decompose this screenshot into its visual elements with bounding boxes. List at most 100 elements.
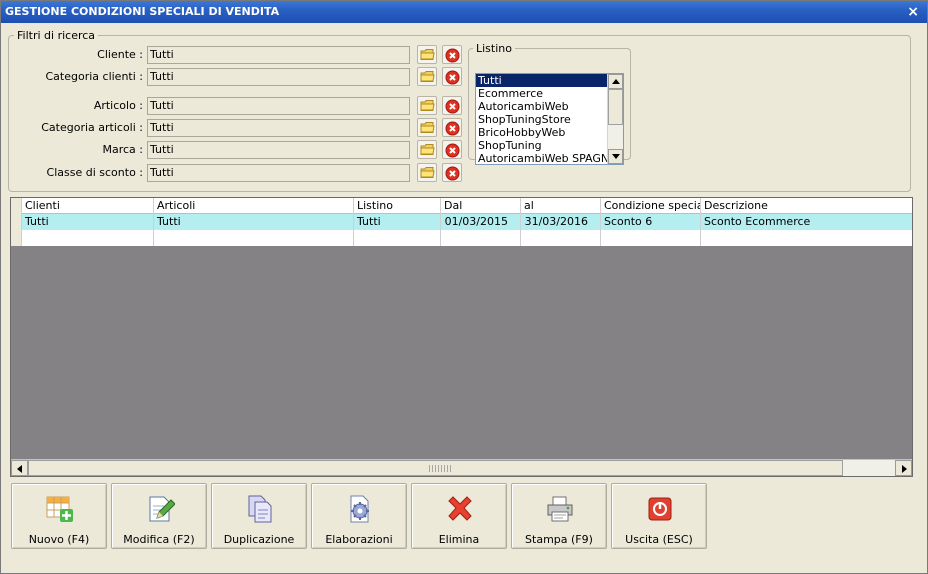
categoria-articoli-clear-button[interactable] [442, 118, 462, 137]
marca-browse-button[interactable] [417, 140, 437, 159]
duplicate-icon [248, 495, 272, 523]
cell-al[interactable] [521, 230, 601, 246]
folder-icon [420, 100, 435, 111]
listino-listbox[interactable]: Tutti Ecommerce AutoricambiWeb ShopTunin… [475, 73, 624, 165]
marca-label: Marca : [102, 143, 143, 156]
marca-field[interactable]: Tutti [147, 141, 410, 159]
cell-dal[interactable]: 01/03/2015 [441, 214, 521, 230]
scroll-left-button[interactable] [11, 460, 28, 476]
classe-sconto-browse-button[interactable] [417, 163, 437, 182]
cell-listino[interactable]: Tutti [354, 214, 441, 230]
row-indicator-header [11, 198, 22, 214]
folder-icon [420, 71, 435, 82]
grid-header: Clienti Articoli Listino Dal al Condizio… [11, 198, 912, 214]
modifica-button[interactable]: Modifica (F2) [111, 483, 207, 549]
cell-descrizione[interactable] [701, 230, 912, 246]
duplicazione-button[interactable]: Duplicazione [211, 483, 307, 549]
nuovo-button[interactable]: Nuovo (F4) [11, 483, 107, 549]
filters-legend: Filtri di ricerca [17, 29, 96, 42]
categoria-clienti-browse-button[interactable] [417, 67, 437, 86]
cliente-field[interactable]: Tutti [147, 46, 410, 64]
cell-articoli[interactable]: Tutti [154, 214, 354, 230]
cell-listino[interactable] [354, 230, 441, 246]
listino-item[interactable]: ShopTuningStore [476, 113, 623, 126]
arrow-down-icon [612, 154, 620, 159]
table-row[interactable]: Tutti Tutti Tutti 01/03/2015 31/03/2016 … [11, 214, 912, 230]
elimina-button[interactable]: Elimina [411, 483, 507, 549]
cliente-label: Cliente : [97, 48, 143, 61]
folder-icon [420, 144, 435, 155]
scroll-down-button[interactable] [608, 149, 623, 164]
articolo-label: Articolo : [93, 99, 143, 112]
delete-icon [445, 143, 460, 158]
classe-sconto-clear-button[interactable] [442, 163, 462, 182]
column-header-clienti[interactable]: Clienti [22, 198, 154, 214]
stampa-button[interactable]: Stampa (F9) [511, 483, 607, 549]
cell-descrizione[interactable]: Sconto Ecommerce [701, 214, 912, 230]
table-row[interactable] [11, 230, 912, 246]
process-gear-icon [350, 495, 369, 523]
classe-sconto-field[interactable]: Tutti [147, 164, 410, 182]
column-header-articoli[interactable]: Articoli [154, 198, 354, 214]
scroll-right-button[interactable] [895, 460, 912, 476]
conditions-grid[interactable]: Clienti Articoli Listino Dal al Condizio… [10, 197, 913, 477]
categoria-articoli-field[interactable]: Tutti [147, 119, 410, 137]
column-header-condizione[interactable]: Condizione speciale [601, 198, 701, 214]
nuovo-label: Nuovo (F4) [28, 533, 90, 546]
categoria-clienti-clear-button[interactable] [442, 67, 462, 86]
cliente-clear-button[interactable] [442, 45, 462, 64]
articolo-clear-button[interactable] [442, 96, 462, 115]
listino-group: Listino Tutti Ecommerce AutoricambiWeb S… [468, 42, 631, 165]
folder-icon [420, 167, 435, 178]
listino-item[interactable]: AutoricambiWeb SPAGNA [476, 152, 623, 164]
column-header-descrizione[interactable]: Descrizione [701, 198, 912, 214]
row-indicator [11, 214, 22, 230]
delete-icon [445, 166, 460, 181]
elimina-label: Elimina [438, 533, 480, 546]
scroll-thumb[interactable] [608, 89, 623, 125]
column-header-listino[interactable]: Listino [354, 198, 441, 214]
cell-condizione[interactable] [601, 230, 701, 246]
scroll-up-button[interactable] [608, 74, 623, 89]
listino-item[interactable]: Tutti [476, 74, 623, 87]
folder-icon [420, 122, 435, 133]
column-header-al[interactable]: al [521, 198, 601, 214]
cell-articoli[interactable] [154, 230, 354, 246]
cliente-browse-button[interactable] [417, 45, 437, 64]
stampa-label: Stampa (F9) [525, 533, 593, 546]
column-header-dal[interactable]: Dal [441, 198, 521, 214]
cell-clienti[interactable] [22, 230, 154, 246]
marca-clear-button[interactable] [442, 140, 462, 159]
cell-condizione[interactable]: Sconto 6 [601, 214, 701, 230]
scroll-thumb[interactable] [28, 460, 843, 476]
printer-icon [547, 496, 573, 522]
cell-dal[interactable] [441, 230, 521, 246]
uscita-label: Uscita (ESC) [625, 533, 693, 546]
cell-al[interactable]: 31/03/2016 [521, 214, 601, 230]
articolo-field[interactable]: Tutti [147, 97, 410, 115]
cell-clienti[interactable]: Tutti [22, 214, 154, 230]
listino-item[interactable]: Ecommerce [476, 87, 623, 100]
uscita-button[interactable]: Uscita (ESC) [611, 483, 707, 549]
categoria-articoli-label: Categoria articoli : [41, 121, 143, 134]
duplicazione-label: Duplicazione [223, 533, 295, 546]
delete-icon [445, 70, 460, 85]
power-exit-icon [648, 497, 672, 521]
listino-scrollbar[interactable] [607, 74, 623, 164]
delete-x-icon [448, 496, 472, 521]
arrow-up-icon [612, 79, 620, 84]
listino-item[interactable]: AutoricambiWeb [476, 100, 623, 113]
delete-icon [445, 99, 460, 114]
articolo-browse-button[interactable] [417, 96, 437, 115]
folder-icon [420, 49, 435, 60]
categoria-articoli-browse-button[interactable] [417, 118, 437, 137]
listino-item[interactable]: BricoHobbyWeb [476, 126, 623, 139]
listino-item[interactable]: ShopTuning [476, 139, 623, 152]
categoria-clienti-field[interactable]: Tutti [147, 68, 410, 86]
grid-horizontal-scrollbar[interactable] [11, 459, 912, 476]
elaborazioni-button[interactable]: Elaborazioni [311, 483, 407, 549]
close-icon[interactable]: × [907, 1, 919, 23]
classe-sconto-label: Classe di sconto : [46, 166, 143, 179]
categoria-clienti-label: Categoria clienti : [45, 70, 143, 83]
modifica-label: Modifica (F2) [123, 533, 195, 546]
